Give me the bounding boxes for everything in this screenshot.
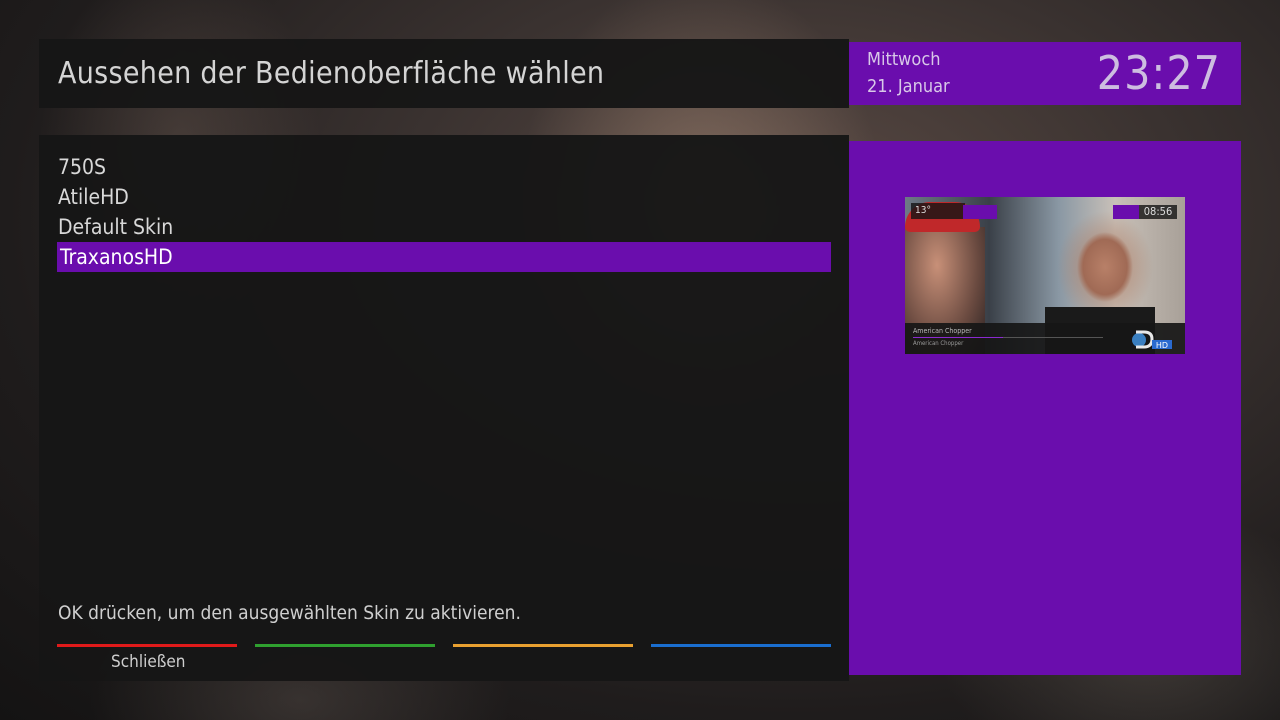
- hd-badge: HD: [1156, 341, 1168, 350]
- title-bar: Aussehen der Bedienoberfläche wählen: [39, 39, 849, 108]
- preview-progress-fill: [913, 337, 1003, 338]
- preview-program-next: American Chopper: [913, 340, 964, 347]
- close-button-label[interactable]: Schließen: [111, 652, 185, 672]
- preview-infobar: American Chopper American Chopper HD: [905, 323, 1185, 354]
- preview-date-box: [1113, 205, 1139, 219]
- skin-item[interactable]: Default Skin: [57, 212, 831, 242]
- skin-preview-image: 13° 08:56 American Chopper American Chop…: [905, 197, 1185, 354]
- hint-text: OK drücken, um den ausgewählten Skin zu …: [58, 602, 521, 624]
- yellow-key-indicator: [453, 644, 633, 647]
- skin-item[interactable]: AtileHD: [57, 182, 831, 212]
- weekday: Mittwoch: [867, 49, 941, 70]
- preview-weather-icon: [963, 205, 985, 219]
- blue-key-indicator: [651, 644, 831, 647]
- skin-preview-panel: 13° 08:56 American Chopper American Chop…: [849, 141, 1241, 675]
- date: 21. Januar: [867, 76, 950, 97]
- page-title: Aussehen der Bedienoberfläche wählen: [58, 56, 605, 91]
- skin-item-selected[interactable]: TraxanosHD: [57, 242, 831, 272]
- preview-weather: 13°: [911, 203, 965, 219]
- clock-panel: Mittwoch 21. Januar 23:27: [849, 42, 1241, 105]
- skin-list-panel: 750S AtileHD Default Skin TraxanosHD OK …: [39, 135, 849, 681]
- preview-program-now: American Chopper: [913, 327, 972, 335]
- preview-weather-icon: [985, 205, 997, 219]
- channel-logo-icon: HD: [1132, 330, 1172, 350]
- green-key-indicator: [255, 644, 435, 647]
- red-key-indicator[interactable]: [57, 644, 237, 647]
- preview-clock: 08:56: [1139, 205, 1177, 219]
- skin-list: 750S AtileHD Default Skin TraxanosHD: [57, 152, 831, 272]
- clock-time: 23:27: [1096, 46, 1221, 100]
- skin-item[interactable]: 750S: [57, 152, 831, 182]
